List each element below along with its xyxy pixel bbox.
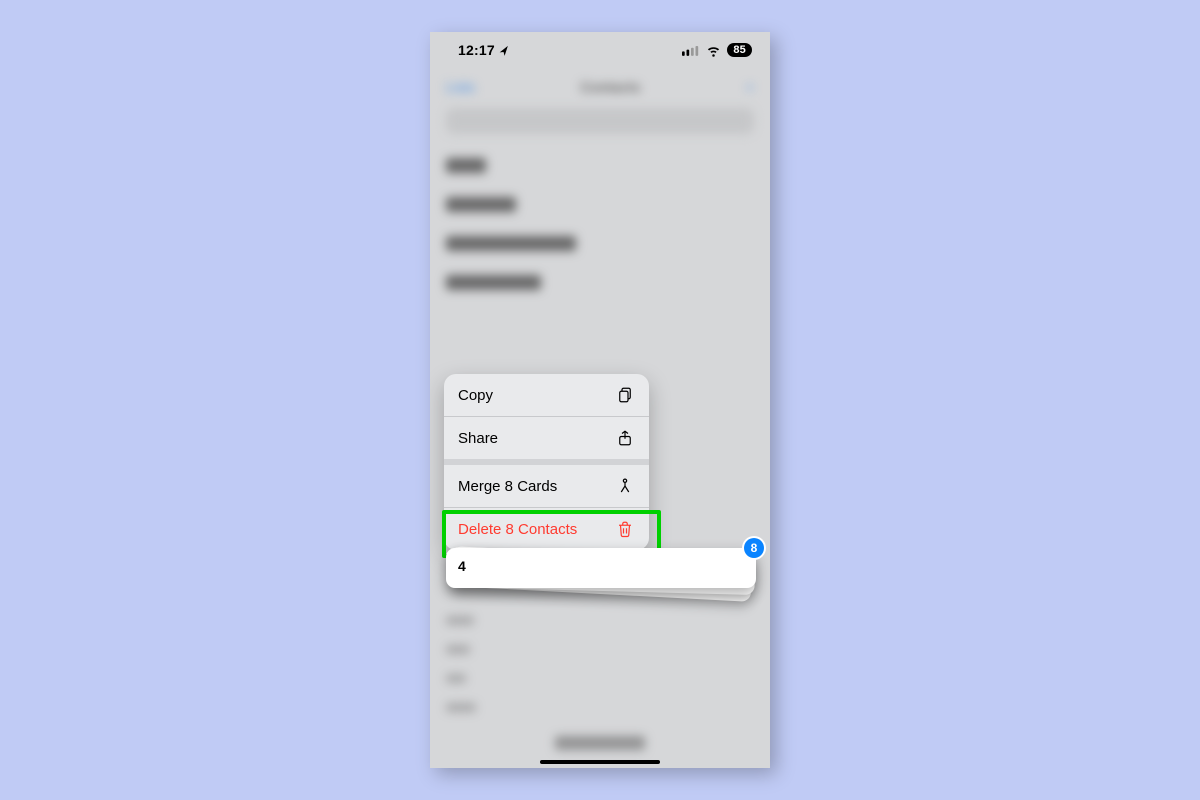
status-bar-left: 12:17 — [458, 42, 511, 58]
trash-icon — [615, 520, 635, 538]
context-menu: Copy Share Merge 8 Cards — [444, 374, 649, 550]
status-bar: 12:17 85 — [430, 32, 770, 64]
blur-row — [446, 703, 476, 712]
menu-item-merge[interactable]: Merge 8 Cards — [444, 459, 649, 507]
phone-screenshot: 12:17 85 Lists Contacts + — [430, 32, 770, 768]
blur-row — [446, 158, 486, 173]
blur-row — [446, 645, 470, 654]
blur-row — [446, 236, 576, 251]
battery-indicator: 85 — [727, 43, 752, 57]
nav-title: Contacts — [580, 79, 640, 95]
home-indicator — [540, 760, 660, 764]
wifi-icon — [706, 43, 721, 58]
share-icon — [615, 429, 635, 447]
blur-row — [446, 197, 516, 212]
blur-row — [446, 674, 466, 683]
battery-pct: 85 — [733, 44, 746, 56]
cellular-icon — [682, 45, 700, 56]
menu-item-copy[interactable]: Copy — [444, 374, 649, 416]
nav-add: + — [746, 79, 754, 95]
location-icon — [499, 44, 511, 56]
merge-icon — [615, 477, 635, 495]
menu-item-label: Copy — [458, 387, 493, 404]
menu-item-label: Share — [458, 430, 498, 447]
status-bar-right: 85 — [682, 43, 752, 58]
menu-item-label: Delete 8 Contacts — [458, 521, 577, 538]
blur-row — [446, 275, 541, 290]
blur-footer — [555, 736, 645, 750]
copy-icon — [615, 386, 635, 404]
menu-item-label: Merge 8 Cards — [458, 478, 557, 495]
blur-row — [446, 616, 474, 625]
nav-back: Lists — [446, 79, 475, 95]
menu-item-share[interactable]: Share — [444, 416, 649, 459]
status-time: 12:17 — [458, 42, 495, 58]
search-bar — [446, 108, 754, 134]
menu-item-delete[interactable]: Delete 8 Contacts — [444, 507, 649, 550]
